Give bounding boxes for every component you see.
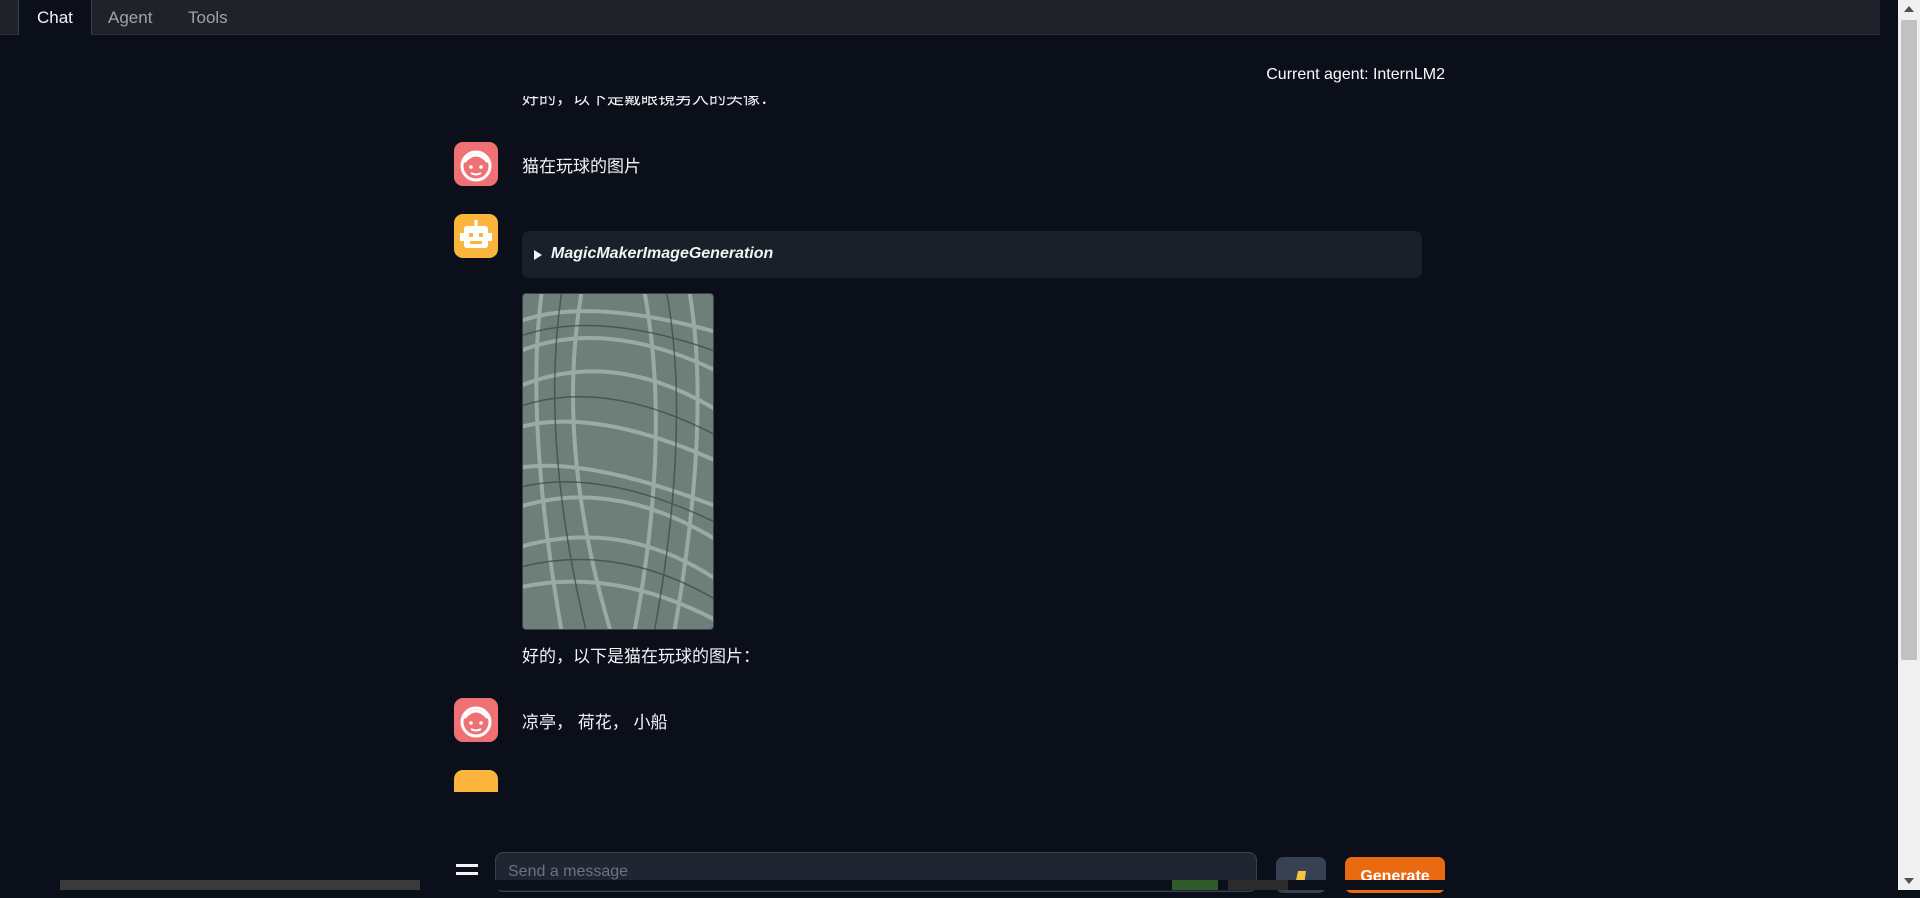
message-text: 猫在玩球的图片 [522,157,641,176]
taskbar [0,880,1898,890]
expand-triangle-icon[interactable] [534,250,542,260]
message-text: 凉亭， 荷花， 小船 [522,713,668,732]
user-avatar-icon [454,698,498,742]
message-text: 好的，以下是戴眼镜男人的头像： [522,96,777,108]
tab-chat[interactable]: Chat [18,0,92,35]
tool-name: MagicMakerImageGeneration [551,245,774,262]
user-avatar-icon [454,142,498,186]
robot-avatar-icon [454,770,498,792]
scrollbar-thumb[interactable] [1901,20,1917,660]
tab-agent[interactable]: Agent [90,0,170,34]
message-text: 好的，以下是猫在玩球的图片： [522,647,760,666]
taskbar-item[interactable] [1228,880,1288,890]
chat-panel: 好的，以下是戴眼镜男人的头像： 猫在玩球的图片 MagicMakerImageG… [440,96,1450,792]
tab-tools[interactable]: Tools [170,0,246,34]
taskbar-item[interactable] [60,880,420,890]
taskbar-item[interactable] [1172,880,1218,890]
scroll-down-icon[interactable] [1904,878,1914,884]
scroll-up-icon[interactable] [1904,6,1914,12]
generated-image [522,293,714,630]
current-agent-label: Current agent: InternLM2 [1266,66,1445,83]
robot-avatar-icon [454,214,498,258]
page-scrollbar[interactable] [1898,0,1920,890]
tab-bar: Chat Agent Tools [0,0,1880,35]
tool-call-box[interactable]: MagicMakerImageGeneration [522,231,1422,278]
